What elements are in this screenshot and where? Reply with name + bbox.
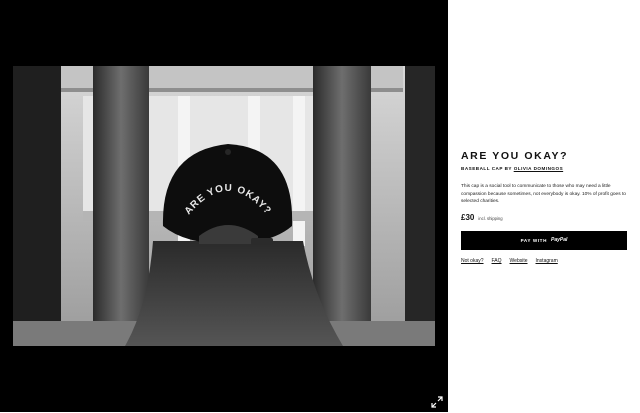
link-faq[interactable]: FAQ: [492, 258, 502, 264]
pay-with-paypal-button[interactable]: PAY WITH PayPal: [461, 230, 627, 250]
product-details: ARE YOU OKAY? BASEBALL CAP BY OLIVIA DOM…: [461, 150, 629, 264]
link-instagram[interactable]: Instagram: [536, 258, 558, 264]
expand-icon[interactable]: [431, 395, 443, 408]
shipping-note: incl. shipping: [478, 215, 503, 221]
product-title: ARE YOU OKAY?: [461, 150, 569, 162]
price: £30: [461, 212, 475, 222]
product-photo-graphic: ARE YOU OKAY?: [13, 66, 435, 346]
link-not-okay[interactable]: Not okay?: [461, 258, 484, 264]
product-photo: ARE YOU OKAY?: [13, 66, 435, 346]
pay-button-label: PAY WITH: [520, 237, 547, 243]
author-link[interactable]: OLIVIA DOMINGOS: [514, 166, 563, 171]
product-subtitle: BASEBALL CAP BY OLIVIA DOMINGOS: [461, 165, 629, 172]
price-row: £30 incl. shipping: [461, 213, 629, 222]
link-website[interactable]: Website: [510, 258, 528, 264]
subtitle-prefix: BASEBALL CAP BY: [461, 166, 512, 171]
footer-links: Not okay? FAQ Website Instagram: [461, 258, 629, 264]
product-description: This cap is a social tool to communicate…: [461, 184, 626, 205]
paypal-logo: PayPal: [551, 237, 568, 244]
image-gallery: ARE YOU OKAY?: [0, 0, 448, 412]
